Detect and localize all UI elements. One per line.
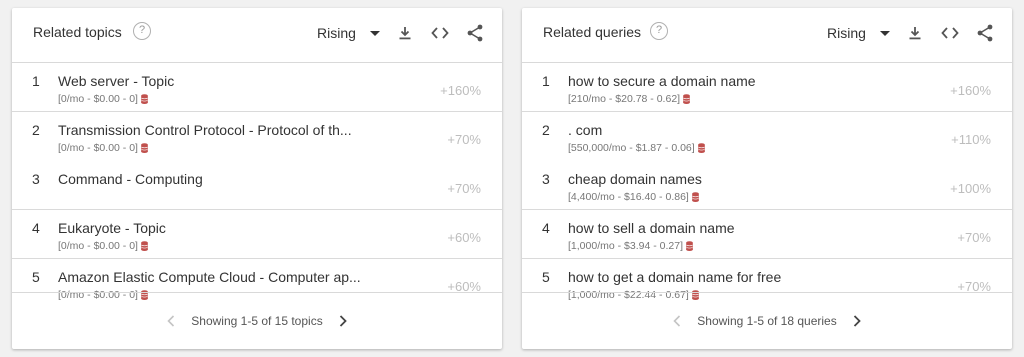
share-icon[interactable] bbox=[974, 22, 996, 44]
divider bbox=[12, 292, 502, 293]
download-icon[interactable] bbox=[394, 22, 416, 44]
pagination-label: Showing 1-5 of 15 topics bbox=[191, 314, 323, 328]
pagination-label: Showing 1-5 of 18 queries bbox=[697, 314, 837, 328]
item-value: +70% bbox=[447, 181, 481, 196]
list-item[interactable]: 4 how to sell a domain name [1,000/mo - … bbox=[522, 210, 1012, 259]
list-item[interactable]: 3 cheap domain names [4,400/mo - $16.40 … bbox=[522, 161, 1012, 210]
database-icon bbox=[683, 94, 690, 104]
item-meta: [1,000/mo - $22.44 - 0.67] bbox=[568, 289, 699, 301]
item-meta: [550,000/mo - $1.87 - 0.06] bbox=[568, 142, 705, 154]
caret-down-icon bbox=[879, 30, 890, 36]
item-title[interactable]: Web server - Topic bbox=[58, 73, 174, 89]
select-label: Rising bbox=[317, 25, 356, 41]
panel-header: Related queries ? Rising bbox=[522, 8, 1012, 58]
rising-select[interactable]: Rising bbox=[317, 22, 380, 44]
list-item[interactable]: 3 Command - Computing +70% bbox=[12, 161, 502, 210]
item-meta: [0/mo - $0.00 - 0] bbox=[58, 289, 148, 301]
meta-text: [0/mo - $0.00 - 0] bbox=[58, 289, 138, 301]
item-value: +110% bbox=[951, 132, 991, 147]
item-value: +70% bbox=[957, 230, 991, 245]
rising-select[interactable]: Rising bbox=[827, 22, 890, 44]
chevron-left-icon[interactable] bbox=[667, 311, 687, 331]
item-title[interactable]: Amazon Elastic Compute Cloud - Computer … bbox=[58, 269, 361, 285]
database-icon bbox=[692, 192, 699, 202]
list-item[interactable]: 2 . com [550,000/mo - $1.87 - 0.06] +110… bbox=[522, 112, 1012, 161]
pagination: Showing 1-5 of 15 topics bbox=[12, 311, 502, 331]
related-queries-panel: Related queries ? Rising 1 how to secure… bbox=[522, 8, 1012, 349]
panel-title: Related queries bbox=[543, 24, 642, 40]
rank: 5 bbox=[32, 269, 40, 285]
item-title[interactable]: how to get a domain name for free bbox=[568, 269, 781, 285]
chevron-left-icon[interactable] bbox=[161, 311, 181, 331]
rank: 2 bbox=[32, 122, 40, 138]
rank: 5 bbox=[542, 269, 550, 285]
list-item[interactable]: 5 how to get a domain name for free [1,0… bbox=[522, 259, 1012, 308]
rank: 1 bbox=[32, 73, 40, 89]
list-item[interactable]: 5 Amazon Elastic Compute Cloud - Compute… bbox=[12, 259, 502, 308]
meta-text: [0/mo - $0.00 - 0] bbox=[58, 142, 138, 154]
meta-text: [1,000/mo - $3.94 - 0.27] bbox=[568, 240, 683, 252]
item-meta: [0/mo - $0.00 - 0] bbox=[58, 142, 148, 154]
share-icon[interactable] bbox=[464, 22, 486, 44]
meta-text: [0/mo - $0.00 - 0] bbox=[58, 93, 138, 105]
caret-down-icon bbox=[369, 30, 380, 36]
database-icon bbox=[141, 241, 148, 251]
meta-text: [550,000/mo - $1.87 - 0.06] bbox=[568, 142, 695, 154]
database-icon bbox=[141, 94, 148, 104]
item-value: +100% bbox=[950, 181, 991, 196]
item-title[interactable]: Eukaryote - Topic bbox=[58, 220, 166, 236]
divider bbox=[522, 292, 1012, 293]
pagination: Showing 1-5 of 18 queries bbox=[522, 311, 1012, 331]
code-embed-icon[interactable] bbox=[939, 22, 961, 44]
select-label: Rising bbox=[827, 25, 866, 41]
item-value: +60% bbox=[447, 230, 481, 245]
item-meta: [0/mo - $0.00 - 0] bbox=[58, 240, 148, 252]
rank: 3 bbox=[542, 171, 550, 187]
rank: 2 bbox=[542, 122, 550, 138]
chevron-right-icon[interactable] bbox=[333, 311, 353, 331]
item-title[interactable]: cheap domain names bbox=[568, 171, 702, 187]
item-value: +160% bbox=[440, 83, 481, 98]
rank: 4 bbox=[542, 220, 550, 236]
help-circle-icon[interactable]: ? bbox=[133, 22, 151, 40]
rank: 3 bbox=[32, 171, 40, 187]
item-title[interactable]: . com bbox=[568, 122, 602, 138]
meta-text: [1,000/mo - $22.44 - 0.67] bbox=[568, 289, 689, 301]
item-meta: [0/mo - $0.00 - 0] bbox=[58, 93, 148, 105]
queries-list: 1 how to secure a domain name [210/mo - … bbox=[522, 63, 1012, 308]
panel-header: Related topics ? Rising bbox=[12, 8, 502, 58]
item-value: +70% bbox=[447, 132, 481, 147]
item-title[interactable]: how to secure a domain name bbox=[568, 73, 756, 89]
database-icon bbox=[141, 143, 148, 153]
download-icon[interactable] bbox=[904, 22, 926, 44]
meta-text: [4,400/mo - $16.40 - 0.86] bbox=[568, 191, 689, 203]
topics-list: 1 Web server - Topic [0/mo - $0.00 - 0] … bbox=[12, 63, 502, 308]
list-item[interactable]: 1 Web server - Topic [0/mo - $0.00 - 0] … bbox=[12, 63, 502, 112]
meta-text: [0/mo - $0.00 - 0] bbox=[58, 240, 138, 252]
list-item[interactable]: 2 Transmission Control Protocol - Protoc… bbox=[12, 112, 502, 161]
list-item[interactable]: 4 Eukaryote - Topic [0/mo - $0.00 - 0] +… bbox=[12, 210, 502, 259]
database-icon bbox=[686, 241, 693, 251]
item-value: +160% bbox=[950, 83, 991, 98]
item-meta: [210/mo - $20.78 - 0.62] bbox=[568, 93, 690, 105]
meta-text: [210/mo - $20.78 - 0.62] bbox=[568, 93, 681, 105]
code-embed-icon[interactable] bbox=[429, 22, 451, 44]
panel-title: Related topics bbox=[33, 24, 122, 40]
rank: 1 bbox=[542, 73, 550, 89]
chevron-right-icon[interactable] bbox=[847, 311, 867, 331]
rank: 4 bbox=[32, 220, 40, 236]
item-title[interactable]: how to sell a domain name bbox=[568, 220, 735, 236]
list-item[interactable]: 1 how to secure a domain name [210/mo - … bbox=[522, 63, 1012, 112]
item-meta: [4,400/mo - $16.40 - 0.86] bbox=[568, 191, 699, 203]
database-icon bbox=[697, 143, 705, 153]
item-meta: [1,000/mo - $3.94 - 0.27] bbox=[568, 240, 693, 252]
help-circle-icon[interactable]: ? bbox=[650, 22, 668, 40]
related-topics-panel: Related topics ? Rising 1 Web server - T… bbox=[12, 8, 502, 349]
item-title[interactable]: Command - Computing bbox=[58, 171, 203, 187]
item-title[interactable]: Transmission Control Protocol - Protocol… bbox=[58, 122, 352, 138]
